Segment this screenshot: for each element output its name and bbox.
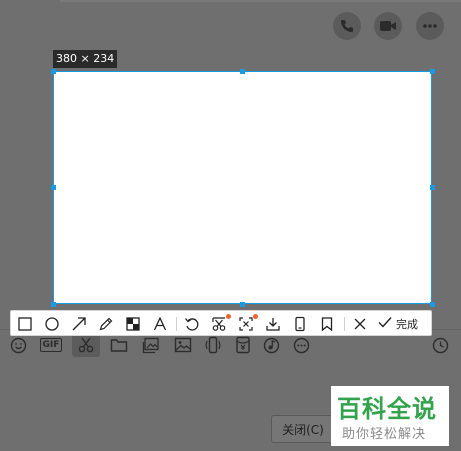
emoji-button[interactable] <box>8 333 28 357</box>
resize-handle-bottom-right[interactable] <box>430 302 435 307</box>
gif-button[interactable]: GIF <box>38 333 64 357</box>
title-divider <box>60 0 461 2</box>
smart-cut-icon <box>211 316 227 332</box>
red-packet-button[interactable] <box>232 333 254 357</box>
mosaic-tool[interactable] <box>121 312 145 336</box>
scissors-icon <box>77 336 95 354</box>
close-icon <box>352 316 368 332</box>
undo-icon <box>184 316 200 332</box>
resize-handle-bottom-left[interactable] <box>51 302 56 307</box>
arrow-icon <box>71 316 87 332</box>
new-badge-dot <box>226 314 231 319</box>
music-button[interactable] <box>260 333 282 357</box>
undo-tool[interactable] <box>180 312 204 336</box>
check-icon <box>377 314 393 334</box>
folder-icon <box>110 337 128 353</box>
cancel-tool[interactable] <box>348 312 372 336</box>
ellipse-icon <box>44 316 60 332</box>
text-icon <box>152 316 168 332</box>
music-icon <box>263 337 280 354</box>
shake-button[interactable] <box>202 333 224 357</box>
input-toolbar: GIF <box>0 333 461 357</box>
resize-handle-right[interactable] <box>430 185 435 190</box>
resize-handle-top-right[interactable] <box>430 69 435 74</box>
image-icon <box>174 337 192 353</box>
resize-handle-left[interactable] <box>51 185 56 190</box>
text-tool[interactable] <box>148 312 172 336</box>
watermark: 百科全说 助你轻松解决 <box>331 386 449 446</box>
mosaic-icon <box>125 316 141 332</box>
more-icon <box>422 23 438 29</box>
toolbar-separator <box>176 317 177 331</box>
rectangle-tool[interactable] <box>13 312 37 336</box>
video-call-icon <box>379 19 397 33</box>
history-icon <box>432 337 449 354</box>
history-button[interactable] <box>430 333 450 357</box>
watermark-subtitle: 助你轻松解决 <box>342 427 427 442</box>
send-to-phone-tool[interactable] <box>288 312 312 336</box>
selection-size-label: 380 × 234 <box>53 50 118 68</box>
capture-selection[interactable] <box>53 71 432 304</box>
pin-icon <box>319 316 335 332</box>
done-button[interactable]: 完成 <box>377 312 418 336</box>
phone-icon <box>339 18 355 34</box>
emoji-icon <box>10 337 27 354</box>
more-button[interactable] <box>416 12 444 40</box>
voice-call-button[interactable] <box>333 12 361 40</box>
gallery-button[interactable] <box>140 333 162 357</box>
done-label: 完成 <box>396 318 418 331</box>
screenshot-toolbar: 完成 <box>10 310 432 336</box>
pen-tool[interactable] <box>94 312 118 336</box>
more-icon <box>293 337 310 354</box>
video-call-button[interactable] <box>374 12 402 40</box>
image-button[interactable] <box>172 333 194 357</box>
save-tool[interactable] <box>261 312 285 336</box>
screenshot-button[interactable] <box>72 333 100 357</box>
send-to-phone-icon <box>292 316 308 332</box>
ocr-icon <box>238 316 254 332</box>
shake-icon <box>204 336 222 354</box>
ellipse-tool[interactable] <box>40 312 64 336</box>
red-packet-icon <box>235 336 251 354</box>
pin-tool[interactable] <box>315 312 339 336</box>
close-button[interactable]: 关闭(C) <box>271 415 335 443</box>
resize-handle-top[interactable] <box>240 69 245 74</box>
more-tools-button[interactable] <box>290 333 312 357</box>
arrow-tool[interactable] <box>67 312 91 336</box>
toolbar-separator <box>344 317 345 331</box>
watermark-title: 百科全说 <box>337 395 437 423</box>
pen-icon <box>98 316 114 332</box>
gif-icon: GIF <box>39 338 63 352</box>
resize-handle-bottom[interactable] <box>240 302 245 307</box>
resize-handle-top-left[interactable] <box>51 69 56 74</box>
file-button[interactable] <box>108 333 130 357</box>
new-badge-dot <box>253 314 258 319</box>
rectangle-icon <box>17 316 33 332</box>
download-icon <box>265 316 281 332</box>
multi-image-icon <box>142 337 160 354</box>
